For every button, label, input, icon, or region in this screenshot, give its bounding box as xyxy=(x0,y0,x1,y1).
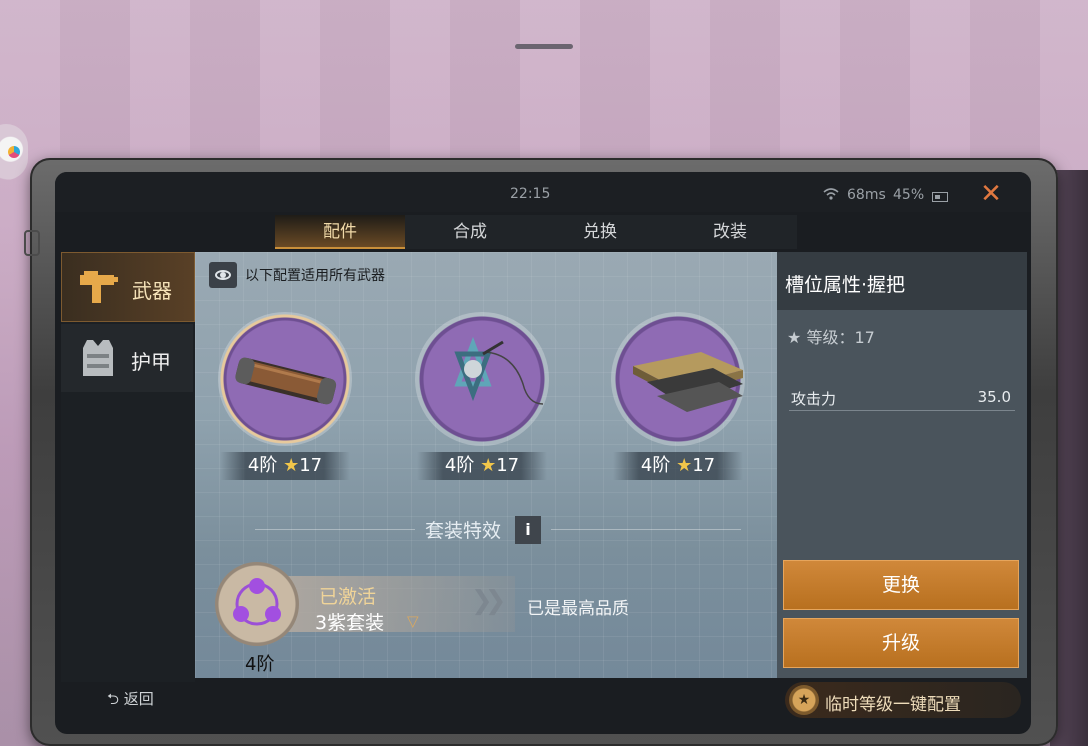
sidebar-item-label: 武器 xyxy=(132,279,172,303)
info-icon[interactable]: i xyxy=(515,516,541,544)
star-medal-icon: ★ xyxy=(789,685,819,715)
tab-exchange[interactable]: 兑换 xyxy=(535,215,665,249)
wifi-icon xyxy=(823,188,839,200)
status-bar: 22:15 68ms 45% ✕ xyxy=(55,172,1031,212)
ping-text: 68ms xyxy=(847,187,886,203)
sidebar-item-armor[interactable]: 护甲 xyxy=(61,324,193,392)
set-tier: 4阶 xyxy=(245,654,275,675)
replace-button[interactable]: 更换 xyxy=(783,560,1019,610)
set-activated-label: 已激活 xyxy=(319,586,377,608)
plates-icon xyxy=(633,352,743,412)
sidebar-item-label: 护甲 xyxy=(131,350,171,374)
back-button[interactable]: ⮌ 返回 xyxy=(107,688,154,714)
set-name: 3紫套装 xyxy=(315,612,385,634)
quick-config-label: 临时等级一键配置 xyxy=(825,695,961,715)
back-icon: ⮌ xyxy=(107,690,120,708)
attachment-slot-grip[interactable]: 4阶 ★17 xyxy=(200,304,370,484)
grip-icon xyxy=(235,357,337,405)
detail-title: 槽位属性·握把 xyxy=(785,274,906,296)
max-quality-text: 已是最高品质 xyxy=(527,599,629,619)
set-effect-title: 套装特效 xyxy=(425,520,502,542)
charm-icon xyxy=(454,336,543,405)
slot-level: 4阶 ★17 xyxy=(613,452,743,480)
close-icon[interactable]: ✕ xyxy=(977,180,1005,208)
star-icon: ★ xyxy=(480,455,497,476)
chevron-down-icon[interactable]: ▽ xyxy=(407,614,429,629)
star-icon: ★ xyxy=(283,455,300,476)
category-sidebar: 武器 护甲 xyxy=(61,252,195,682)
attachment-panel: 以下配置适用所有武器 4阶 ★17 4阶 ★17 4阶 ★17 套装特效 i 已… xyxy=(195,252,777,678)
frame-clip xyxy=(24,230,40,256)
set-badge[interactable] xyxy=(215,562,299,646)
quick-config-button[interactable]: ★ 临时等级一键配置 xyxy=(785,682,1021,718)
stat-name: 攻击力 xyxy=(791,390,837,408)
upgrade-button[interactable]: 升级 xyxy=(783,618,1019,668)
set-emblem-icon xyxy=(233,578,281,626)
battery-text: 45% xyxy=(893,187,925,203)
drag-handle[interactable] xyxy=(515,44,573,49)
star-icon: ★ xyxy=(787,328,802,347)
vest-icon xyxy=(77,338,119,378)
tab-modify[interactable]: 改装 xyxy=(665,215,795,249)
stat-row: 攻击力 35.0 xyxy=(789,382,1015,411)
attachment-slot-charm[interactable]: 4阶 ★17 xyxy=(397,304,567,484)
tab-craft[interactable]: 合成 xyxy=(405,215,535,249)
double-chevron-icon: ❯❯ xyxy=(471,586,506,616)
set-effect-bar: 已激活 3紫套装 ▽ ❯❯ 已是最高品质 4阶 xyxy=(215,562,775,675)
battery-icon xyxy=(932,192,948,202)
tab-bar: 配件 合成 兑换 改装 xyxy=(275,215,797,249)
attachment-slot-plates[interactable]: 4阶 ★17 xyxy=(593,304,763,484)
tab-attachments[interactable]: 配件 xyxy=(275,215,405,249)
star-icon: ★ xyxy=(676,455,693,476)
detail-level: ★ 等级：17 xyxy=(787,328,875,347)
smg-icon xyxy=(78,267,120,307)
stat-value: 35.0 xyxy=(977,388,1011,406)
notice-text: 以下配置适用所有武器 xyxy=(245,268,385,284)
slot-level: 4阶 ★17 xyxy=(417,452,547,480)
slot-level: 4阶 ★17 xyxy=(220,452,350,480)
sidebar-item-weapons[interactable]: 武器 xyxy=(61,252,195,322)
tablet-screen: 22:15 68ms 45% ✕ 配件 合成 兑换 改装 武器 护甲 以下配置适… xyxy=(55,172,1031,734)
eye-icon[interactable] xyxy=(209,262,237,288)
clock: 22:15 xyxy=(510,186,551,202)
slot-detail-panel: 槽位属性·握把 ★ 等级：17 攻击力 35.0 更换 升级 xyxy=(777,252,1027,678)
